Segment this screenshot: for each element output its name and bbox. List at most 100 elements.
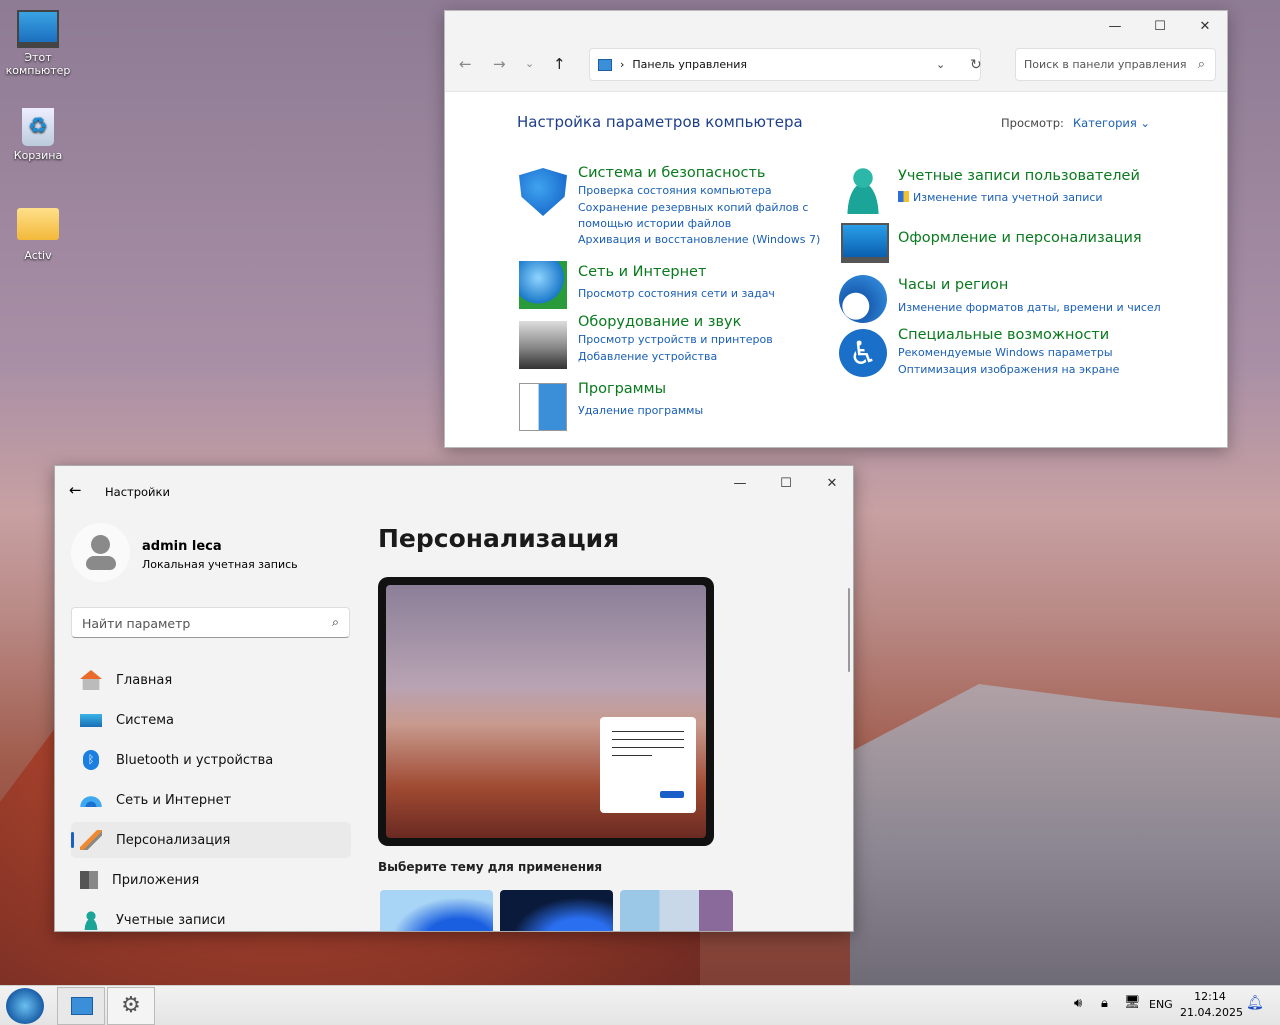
date: 21.04.2025 (1180, 1006, 1243, 1019)
nav-label: Учетные записи (116, 912, 226, 928)
desktop-icon-this-pc[interactable]: Этот компьютер (0, 10, 76, 77)
desktop-icon-label: Activ (24, 249, 52, 262)
refresh-icon[interactable]: ↻ (970, 57, 982, 73)
nav-label: Персонализация (116, 832, 231, 848)
nav-network[interactable]: Сеть и Интернет (71, 782, 351, 818)
appearance-monitor-icon (841, 223, 889, 263)
minimize-button[interactable]: — (1092, 11, 1138, 41)
link-date-formats[interactable]: Изменение форматов даты, времени и чисел (898, 300, 1161, 316)
programs-icon (519, 383, 567, 431)
view-value: Категория (1073, 116, 1137, 130)
view-dropdown[interactable]: Категория ⌄ (1073, 116, 1150, 130)
theme-light[interactable] (380, 890, 493, 931)
category-hardware-sound[interactable]: Оборудование и звук (578, 314, 741, 330)
clock[interactable]: 12:14 21.04.2025 (1180, 989, 1243, 1021)
start-button[interactable] (6, 988, 44, 1024)
recent-chevron-icon[interactable]: ⌄ (525, 57, 534, 70)
selected-indicator (71, 832, 74, 848)
address-bar[interactable]: › Панель управления ⌄ ↻ (589, 48, 982, 81)
folder-icon (17, 208, 59, 240)
wallpaper-preview (386, 585, 706, 838)
nav-label: Сеть и Интернет (116, 792, 232, 808)
apps-icon (80, 871, 98, 889)
wifi-icon (80, 793, 102, 807)
taskbar-settings[interactable]: ⚙ (107, 987, 155, 1025)
search-icon: ⌕ (1197, 57, 1205, 72)
avatar[interactable] (71, 523, 130, 582)
nav-accounts[interactable]: Учетные записи (71, 902, 351, 931)
link-backup-cont[interactable]: помощью истории файлов (578, 216, 731, 232)
taskbar: ⚙ 🔊︎ 🔒︎ 🖥︎ ENG 12:14 21.04.2025 🔔︎ (0, 985, 1280, 1025)
desktop-icon-label: Корзина (13, 149, 63, 162)
link-change-account-type[interactable]: Изменение типа учетной записи (898, 190, 1103, 206)
link-archive[interactable]: Архивация и восстановление (Windows 7) (578, 232, 820, 248)
volume-icon[interactable]: 🔊︎ (1074, 996, 1082, 1011)
nav-home[interactable]: Главная (71, 662, 351, 698)
address-dropdown-icon[interactable]: ⌄ (936, 58, 945, 71)
close-button[interactable]: ✕ (809, 468, 853, 498)
settings-search-input[interactable]: Найти параметр ⌕ (71, 607, 350, 638)
back-arrow-icon[interactable]: ← (459, 55, 472, 73)
link-backup[interactable]: Сохранение резервных копий файлов с (578, 200, 808, 216)
page-title: Персонализация (378, 524, 620, 553)
window-title: Настройки (105, 485, 170, 499)
user-accounts-icon (839, 166, 887, 214)
printer-icon (519, 321, 567, 369)
nav-apps[interactable]: Приложения (71, 862, 351, 898)
user-name: admin leca (142, 539, 222, 554)
forward-arrow-icon[interactable]: → (493, 55, 506, 73)
category-appearance[interactable]: Оформление и персонализация (898, 230, 1142, 246)
scrollbar-thumb[interactable] (848, 588, 850, 672)
language-indicator[interactable]: ENG (1149, 998, 1173, 1011)
search-input[interactable]: Поиск в панели управления ⌕ (1015, 48, 1216, 81)
shield-icon (519, 168, 567, 216)
taskbar-control-panel[interactable] (57, 987, 105, 1025)
up-arrow-icon[interactable]: ↑ (553, 55, 566, 73)
nav-system[interactable]: Система (71, 702, 351, 738)
theme-dark[interactable] (500, 890, 613, 931)
wallpaper-hills (850, 684, 1280, 990)
category-programs[interactable]: Программы (578, 381, 666, 397)
account-type: Локальная учетная запись (142, 558, 298, 571)
link-check-status[interactable]: Проверка состояния компьютера (578, 183, 772, 199)
category-accessibility[interactable]: Специальные возможности (898, 327, 1109, 343)
category-network[interactable]: Сеть и Интернет (578, 264, 706, 280)
control-panel-icon (71, 997, 93, 1015)
gear-icon: ⚙ (121, 993, 141, 1018)
link-optimize-display[interactable]: Оптимизация изображения на экране (898, 362, 1119, 378)
desktop-icon-recycle-bin[interactable]: ♻ Корзина (0, 108, 76, 162)
close-button[interactable]: ✕ (1182, 11, 1228, 41)
link-uninstall[interactable]: Удаление программы (578, 403, 703, 419)
title-bar: — ☐ ✕ (445, 11, 1227, 41)
nav-label: Приложения (112, 872, 200, 888)
notification-bell-icon[interactable]: 🔔︎ (1246, 995, 1264, 1011)
link-recommended-settings[interactable]: Рекомендуемые Windows параметры (898, 345, 1113, 361)
search-placeholder: Найти параметр (82, 616, 191, 631)
maximize-button[interactable]: ☐ (763, 468, 809, 498)
nav-label: Bluetooth и устройства (116, 752, 274, 768)
theme-glow[interactable] (620, 890, 733, 931)
search-icon: ⌕ (331, 614, 339, 629)
category-user-accounts[interactable]: Учетные записи пользователей (898, 168, 1140, 184)
security-icon[interactable]: 🔒︎ (1101, 996, 1108, 1011)
maximize-button[interactable]: ☐ (1137, 11, 1183, 41)
monitor-icon (17, 10, 59, 48)
network-globe-icon (519, 261, 567, 309)
control-panel-window: — ☐ ✕ ← → ⌄ ↑ › Панель управления ⌄ ↻ По… (444, 10, 1228, 448)
control-panel-icon (598, 58, 612, 71)
link-add-device[interactable]: Добавление устройства (578, 349, 717, 365)
back-arrow-icon[interactable]: ← (69, 481, 82, 499)
category-clock-region[interactable]: Часы и регион (898, 277, 1008, 293)
brush-icon (80, 830, 102, 850)
desktop-icon-activ[interactable]: Activ (0, 208, 76, 262)
time: 12:14 (1194, 990, 1226, 1003)
account-icon (80, 910, 102, 930)
category-system-security[interactable]: Система и безопасность (578, 165, 765, 181)
nav-personalization[interactable]: Персонализация (71, 822, 351, 858)
link-devices-printers[interactable]: Просмотр устройств и принтеров (578, 332, 773, 348)
network-icon[interactable]: 🖥︎ (1124, 995, 1141, 1010)
nav-bluetooth[interactable]: ᛒ Bluetooth и устройства (71, 742, 351, 778)
minimize-button[interactable]: — (717, 468, 763, 498)
page-heading: Настройка параметров компьютера (517, 113, 803, 131)
link-network-status[interactable]: Просмотр состояния сети и задач (578, 286, 775, 302)
